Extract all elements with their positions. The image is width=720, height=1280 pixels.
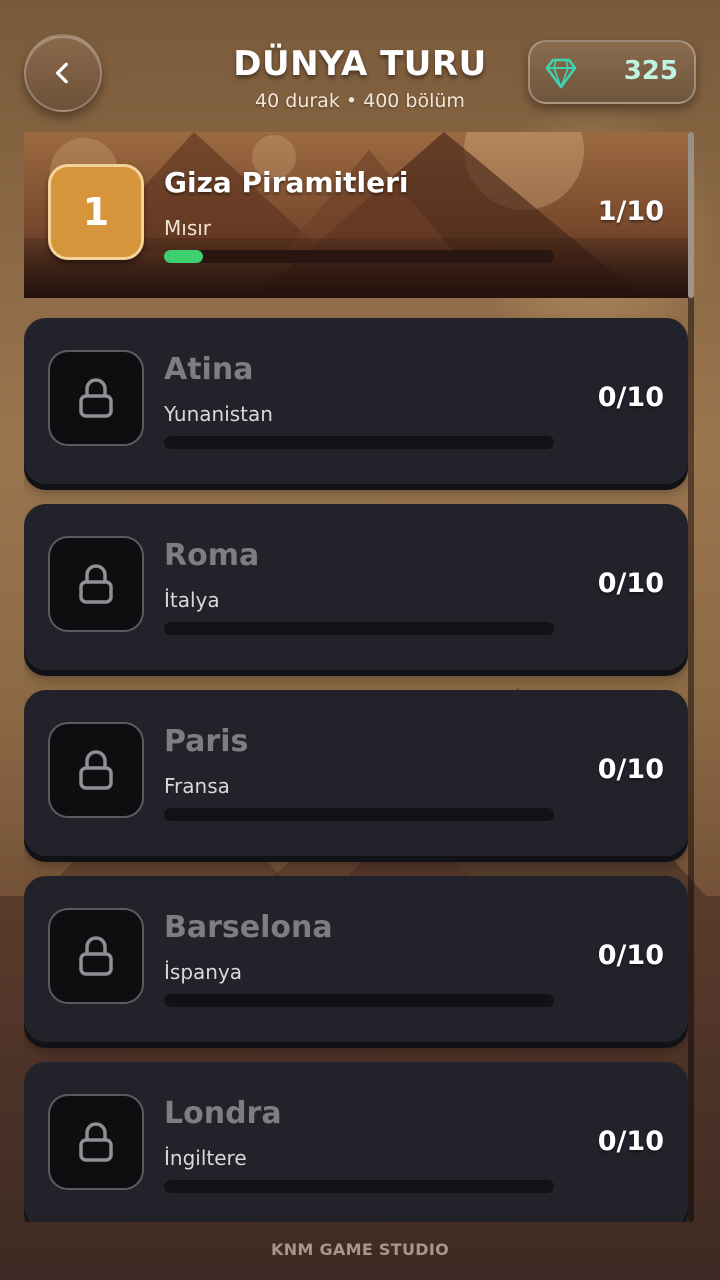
lock-badge: [48, 908, 144, 1004]
gem-counter[interactable]: 325: [528, 40, 696, 104]
progress-bar: [164, 250, 554, 263]
scrollbar[interactable]: [688, 132, 694, 1222]
lock-badge: [48, 350, 144, 446]
lock-icon: [79, 378, 113, 418]
stop-name: Roma: [164, 538, 260, 573]
lock-badge: [48, 536, 144, 632]
progress-bar: [164, 622, 554, 635]
stop-score: 0/10: [597, 1126, 664, 1157]
page-subtitle: 40 durak • 400 bölüm: [255, 90, 465, 112]
progress-bar: [164, 436, 554, 449]
progress-bar: [164, 808, 554, 821]
page-title: DÜNYA TURU: [233, 44, 487, 84]
stop-name: Barselona: [164, 910, 333, 945]
back-button[interactable]: [24, 34, 102, 112]
stop-country: Yunanistan: [164, 402, 273, 426]
lock-icon: [79, 564, 113, 604]
progress-bar: [164, 994, 554, 1007]
stops-list[interactable]: 1 Giza Piramitleri Mısır 1/10 Atina Yuna…: [24, 132, 688, 1222]
lock-icon: [79, 1122, 113, 1162]
lock-icon: [79, 750, 113, 790]
lock-badge: [48, 1094, 144, 1190]
stop-card-barselona[interactable]: Barselona İspanya 0/10: [24, 876, 688, 1042]
stop-score: 0/10: [597, 754, 664, 785]
stop-name: Londra: [164, 1096, 282, 1131]
stop-name: Atina: [164, 352, 254, 387]
progress-fill: [164, 250, 203, 263]
stop-card-atina[interactable]: Atina Yunanistan 0/10: [24, 318, 688, 484]
studio-credit: KNM GAME STUDIO: [271, 1240, 449, 1259]
stop-card-roma[interactable]: Roma İtalya 0/10: [24, 504, 688, 670]
diamond-icon: [545, 58, 577, 89]
lock-badge: [48, 722, 144, 818]
scrollbar-thumb[interactable]: [688, 132, 694, 298]
stop-country: Fransa: [164, 774, 230, 798]
stop-card-giza[interactable]: 1 Giza Piramitleri Mısır 1/10: [24, 132, 688, 298]
stop-country: İspanya: [164, 960, 243, 984]
stop-name: Giza Piramitleri: [164, 166, 409, 199]
lock-icon: [79, 936, 113, 976]
stop-score: 0/10: [597, 940, 664, 971]
stop-score: 1/10: [597, 196, 664, 227]
stop-name: Paris: [164, 724, 249, 759]
stop-score: 0/10: [597, 382, 664, 413]
progress-bar: [164, 1180, 554, 1193]
stop-score: 0/10: [597, 568, 664, 599]
chevron-left-icon: [55, 62, 68, 84]
stop-number-badge: 1: [48, 164, 144, 260]
stop-country: İngiltere: [164, 1146, 247, 1170]
stop-card-paris[interactable]: Paris Fransa 0/10: [24, 690, 688, 856]
stop-card-londra[interactable]: Londra İngiltere 0/10: [24, 1062, 688, 1222]
stop-country: Mısır: [164, 216, 212, 240]
stop-country: İtalya: [164, 588, 220, 612]
gem-count: 325: [623, 56, 678, 86]
